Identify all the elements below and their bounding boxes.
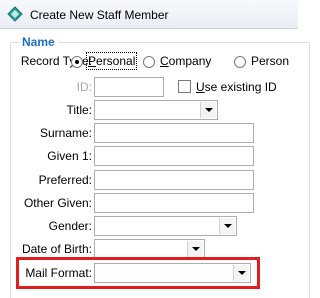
title-label: Title: — [66, 103, 92, 117]
radio-company-label[interactable]: Company — [160, 54, 211, 68]
use-existing-id-checkbox[interactable] — [178, 80, 191, 93]
mail-format-highlight — [16, 257, 260, 289]
other-given-field[interactable] — [94, 193, 254, 213]
given1-label: Given 1: — [47, 149, 92, 163]
use-existing-id-label[interactable]: Use existing ID — [196, 80, 277, 94]
app-icon — [7, 6, 23, 22]
radio-person[interactable] — [234, 56, 246, 68]
chevron-down-icon[interactable] — [187, 241, 203, 257]
group-title: Name — [19, 35, 58, 49]
surname-field[interactable] — [94, 123, 254, 143]
dob-label: Date of Birth: — [21, 242, 92, 256]
radio-personal[interactable] — [71, 56, 83, 68]
radio-personal-label[interactable]: Personal — [85, 52, 138, 70]
gender-label: Gender: — [48, 219, 92, 233]
surname-label: Surname: — [39, 126, 92, 140]
preferred-label: Preferred: — [38, 173, 92, 187]
radio-company[interactable] — [143, 56, 155, 68]
window-title: Create New Staff Member — [30, 8, 169, 22]
chevron-down-icon[interactable] — [219, 218, 235, 234]
given1-field[interactable] — [94, 146, 254, 166]
title-bar: Create New Staff Member — [0, 0, 298, 29]
radio-person-label[interactable]: Person — [251, 54, 289, 68]
gender-combo[interactable] — [94, 216, 237, 236]
title-combo[interactable] — [94, 100, 218, 120]
id-label: ID: — [76, 80, 92, 94]
other-given-label: Other Given: — [23, 196, 92, 210]
dob-combo[interactable] — [94, 239, 205, 259]
id-field[interactable] — [94, 77, 164, 97]
chevron-down-icon[interactable] — [200, 102, 216, 118]
preferred-field[interactable] — [94, 170, 254, 190]
